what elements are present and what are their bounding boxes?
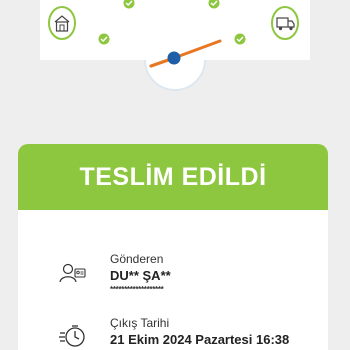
status-label: TESLİM EDİLDİ [79, 162, 267, 191]
sender-name: DU** ŞA** [110, 268, 171, 283]
shipment-tracking-page: TESLİM EDİLDİ Gönderen DU** ŞA** *******… [0, 0, 350, 350]
status-banner: TESLİM EDİLDİ [18, 144, 328, 210]
sender-texts: Gönderen DU** ŞA** ******************* [110, 252, 171, 296]
exit-date-value: 21 Ekim 2024 Pazartesi 16:38 [110, 332, 290, 347]
exit-date-label: Çıkış Tarihi [110, 316, 170, 330]
delivery-status-card: TESLİM EDİLDİ Gönderen DU** ŞA** *******… [18, 144, 328, 350]
delivery-progress-gauge [0, 0, 350, 128]
sender-masked-info: ******************* [110, 285, 164, 294]
gauge-needle [0, 0, 350, 128]
sender-label: Gönderen [110, 252, 164, 266]
exit-date-texts: Çıkış Tarihi 21 Ekim 2024 Pazartesi 16:3… [110, 316, 289, 348]
fast-clock-icon [58, 322, 88, 350]
person-card-icon [58, 258, 88, 288]
